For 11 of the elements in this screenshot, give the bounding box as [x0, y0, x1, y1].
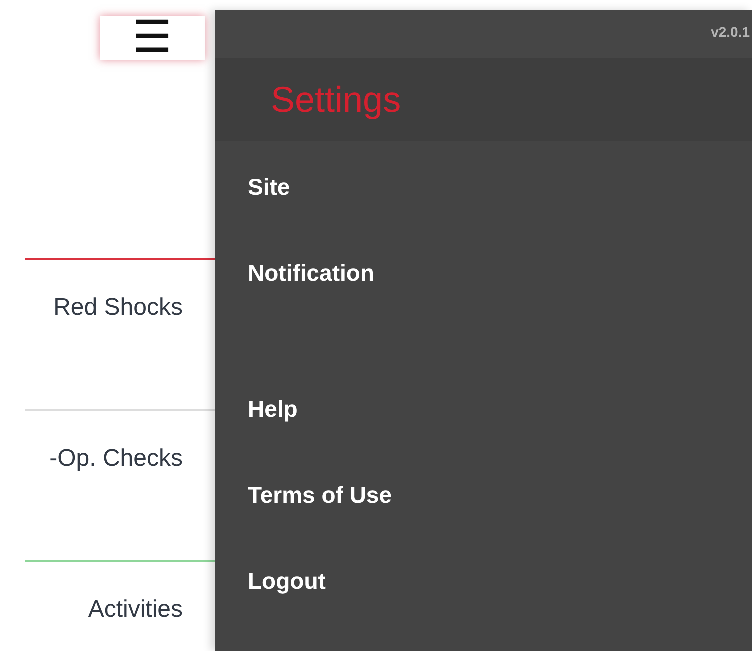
menu-item[interactable]: Help [248, 393, 298, 425]
panel-title: Settings [271, 78, 402, 121]
menu-item[interactable]: Notification [248, 257, 374, 289]
card-label: Activities [88, 596, 183, 625]
menu-item[interactable]: Site [248, 171, 290, 203]
card-label: -Op. Checks [50, 445, 183, 474]
card-label: Red Shocks [54, 294, 183, 323]
menu-item[interactable]: Terms of Use [248, 479, 392, 511]
version-label: v2.0.1 [711, 24, 750, 42]
menu-button[interactable]: ☰ [100, 16, 205, 60]
menu-item[interactable]: Logout [248, 565, 326, 597]
